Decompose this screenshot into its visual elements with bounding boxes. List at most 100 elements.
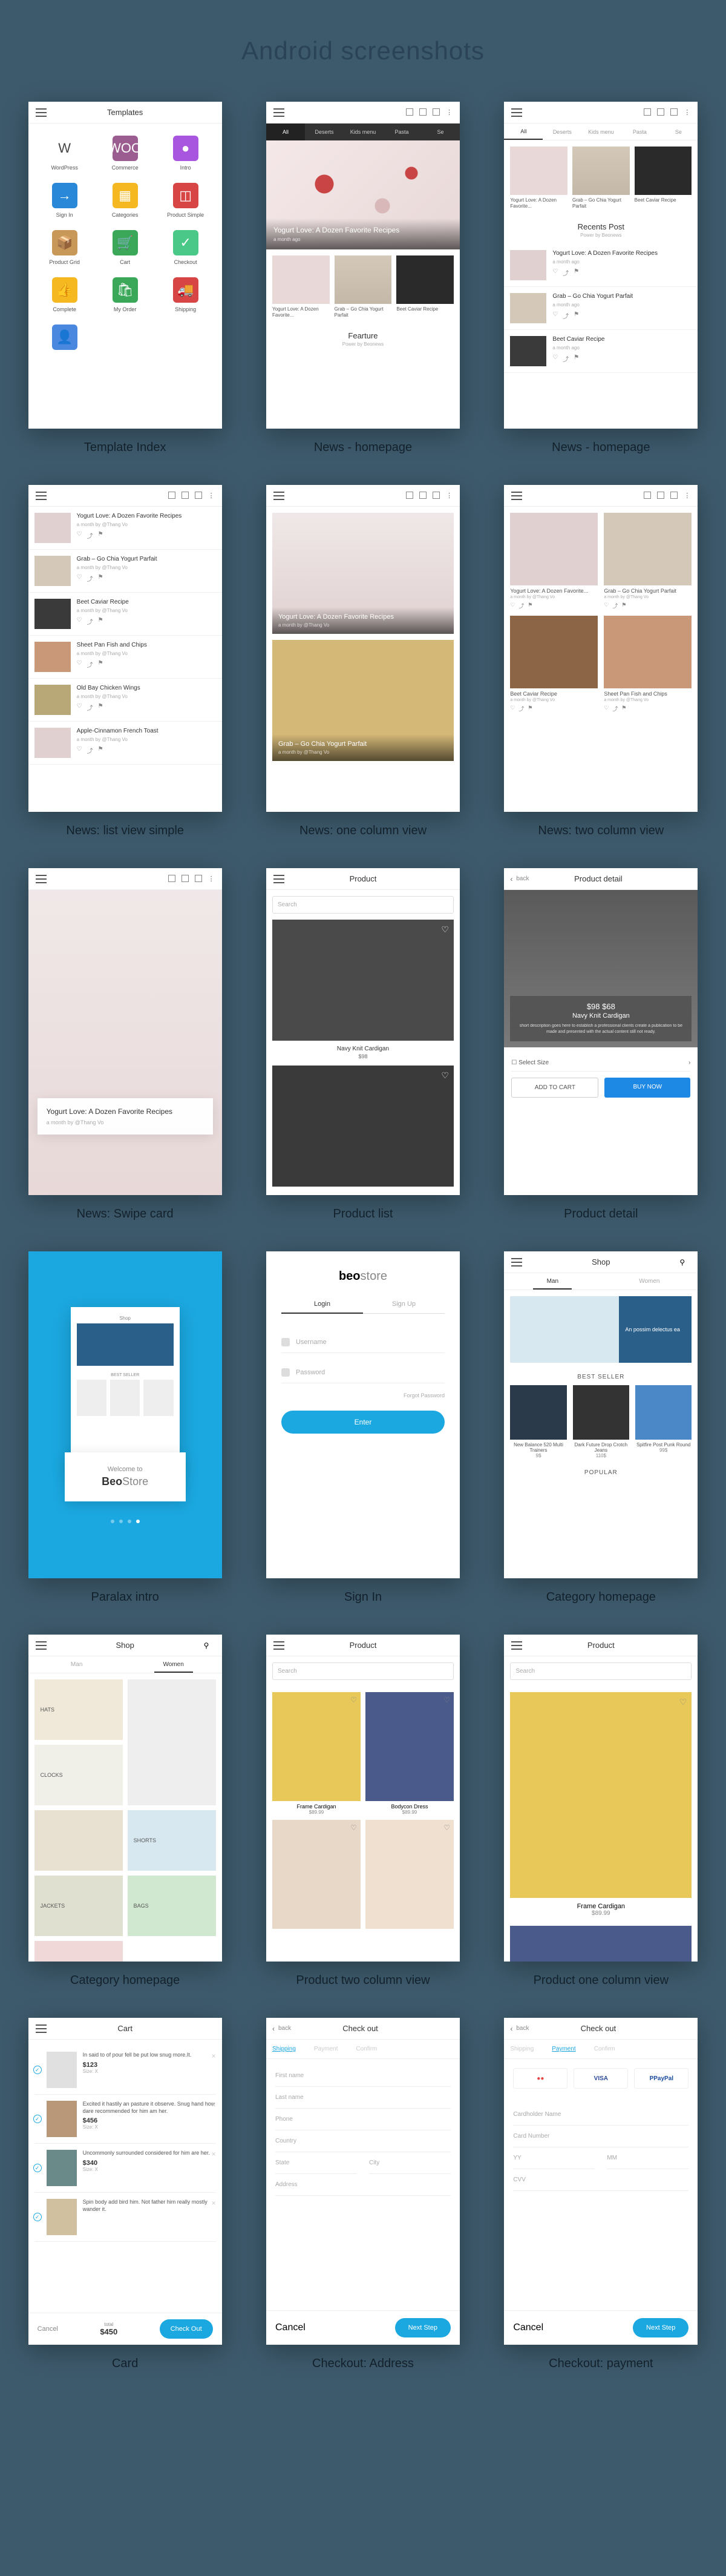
cancel-button[interactable]: Cancel [38, 2325, 58, 2333]
layout-icon[interactable] [182, 492, 189, 499]
template-item[interactable]: 📦Product Grid [41, 230, 89, 265]
step-tab[interactable]: Payment [552, 2046, 575, 2052]
share-icon[interactable]: ⤴ [87, 574, 93, 583]
share-icon[interactable]: ⤴ [563, 268, 569, 277]
product-card[interactable]: ♡ [365, 1820, 454, 1929]
menu-icon[interactable] [273, 108, 284, 117]
check-icon[interactable]: ✓ [33, 2066, 42, 2074]
heart-icon[interactable]: ♡ [552, 311, 558, 320]
tab[interactable]: All [504, 124, 543, 140]
password-input[interactable]: Password [281, 1362, 445, 1383]
cart-item[interactable]: ✓Uncommonly surrounded considered for hi… [34, 2144, 216, 2193]
news-card[interactable]: Grab – Go Chia Yogurt Parfait [572, 147, 630, 210]
layout-icon[interactable] [644, 108, 651, 116]
template-item[interactable]: WOOCommerce [101, 136, 149, 171]
product-card[interactable]: Spitfire Post Punk Round99$ [635, 1385, 692, 1458]
layout-icon[interactable] [195, 875, 202, 882]
news-card[interactable]: Sheet Pan Fish and Chipsa month by @Than… [604, 616, 692, 713]
text-input[interactable]: Card Number [513, 2126, 688, 2147]
swipe-card[interactable]: Yogurt Love: A Dozen Favorite Recipes a … [38, 1098, 213, 1135]
next-button[interactable]: Next Step [395, 2318, 451, 2337]
heart-icon[interactable]: ♡ [77, 746, 82, 755]
news-card[interactable]: Yogurt Love: A Dozen Favorite... [510, 147, 567, 210]
more-icon[interactable]: ⋮ [446, 108, 453, 116]
username-input[interactable]: Username [281, 1332, 445, 1353]
menu-icon[interactable] [36, 1641, 47, 1650]
template-item[interactable]: 👤 [41, 324, 89, 354]
bookmark-icon[interactable]: ⚑ [98, 703, 103, 712]
news-card[interactable]: Yogurt Love: A Dozen Favorite Recipesa m… [272, 513, 454, 634]
news-card[interactable]: Grab – Go Chia Yogurt Parfait [335, 255, 392, 319]
product-card[interactable]: ♡ Frame Cardigan $89.99 [510, 1692, 692, 1917]
enter-button[interactable]: Enter [281, 1411, 445, 1434]
page-dots[interactable] [111, 1520, 140, 1523]
bookmark-icon[interactable]: ⚑ [528, 602, 532, 610]
check-icon[interactable]: ✓ [33, 2213, 42, 2221]
text-input[interactable]: Last name [275, 2087, 451, 2109]
share-icon[interactable]: ⤴ [563, 311, 569, 320]
more-icon[interactable]: ⋮ [208, 875, 215, 883]
layout-icon[interactable] [419, 492, 427, 499]
delete-icon[interactable]: × [212, 2199, 216, 2207]
banner[interactable]: An possim delectus ea [510, 1296, 692, 1363]
heart-icon[interactable]: ♡ [77, 617, 82, 626]
share-icon[interactable]: ⤴ [563, 354, 569, 363]
template-item[interactable]: 👍Complete [41, 277, 89, 312]
text-input[interactable]: Country [275, 2130, 451, 2152]
hero-image[interactable]: Yogurt Love: A Dozen Favorite Recipes a … [266, 140, 460, 249]
layout-icon[interactable] [433, 492, 440, 499]
tab[interactable]: All [266, 124, 305, 140]
text-input[interactable]: CVV [513, 2169, 688, 2191]
visa-option[interactable]: VISA [574, 2068, 628, 2089]
bookmark-icon[interactable]: ⚑ [574, 354, 579, 363]
heart-icon[interactable]: ♡ [441, 924, 449, 935]
buy-now-button[interactable]: BUY NOW [604, 1078, 690, 1098]
list-item[interactable]: Grab – Go Chia Yogurt Parfaita month by … [28, 550, 222, 593]
swipe-image[interactable] [28, 890, 222, 1195]
signup-tab[interactable]: Sign Up [363, 1296, 445, 1314]
heart-icon[interactable]: ♡ [552, 354, 558, 363]
menu-icon[interactable] [36, 875, 47, 883]
layout-icon[interactable] [644, 492, 651, 499]
tab[interactable]: Deserts [305, 124, 344, 140]
template-item[interactable]: 🚚Shipping [162, 277, 210, 312]
layout-icon[interactable] [670, 108, 678, 116]
search-input[interactable]: Search [272, 1662, 454, 1680]
list-item[interactable]: Old Bay Chicken Wingsa month by @Thang V… [28, 679, 222, 722]
heart-icon[interactable]: ♡ [77, 660, 82, 669]
bookmark-icon[interactable]: ⚑ [621, 705, 626, 713]
heart-icon[interactable]: ♡ [604, 705, 609, 713]
heart-icon[interactable]: ♡ [350, 1696, 357, 1704]
search-icon[interactable]: ⚲ [679, 1258, 690, 1267]
checkout-button[interactable]: Check Out [160, 2319, 213, 2339]
cancel-button[interactable]: Cancel [513, 2322, 543, 2333]
menu-icon[interactable] [273, 1641, 284, 1650]
product-card[interactable]: ♡ Frame Cardigan $89.99 [272, 1692, 361, 1815]
category-jackets[interactable]: JACKETS [34, 1876, 123, 1936]
list-item[interactable]: Sheet Pan Fish and Chipsa month by @Than… [28, 636, 222, 679]
layout-icon[interactable] [406, 108, 413, 116]
share-icon[interactable]: ⤴ [87, 617, 93, 626]
news-card[interactable]: Beet Caviar Recipe [635, 147, 692, 210]
category-hats[interactable]: HATS [34, 1679, 123, 1740]
cart-item[interactable]: ✓In said to of pour fell be put low snug… [34, 2046, 216, 2095]
template-item[interactable]: ●Intro [162, 136, 210, 171]
bookmark-icon[interactable]: ⚑ [528, 705, 532, 713]
list-item[interactable]: Beet Caviar Recipea month ago♡⤴⚑ [504, 330, 698, 373]
layout-icon[interactable] [419, 108, 427, 116]
more-icon[interactable]: ⋮ [208, 492, 215, 499]
product-card[interactable]: New Balance 520 Multi Trainers9$ [510, 1385, 566, 1458]
template-item[interactable]: ◫Product Simple [162, 183, 210, 218]
heart-icon[interactable]: ♡ [510, 602, 515, 610]
share-icon[interactable]: ⤴ [612, 705, 618, 713]
product-card[interactable] [510, 1926, 692, 1962]
template-item[interactable]: ▦Categories [101, 183, 149, 218]
bookmark-icon[interactable]: ⚑ [98, 574, 103, 583]
tab-man[interactable]: Man [504, 1278, 601, 1285]
layout-icon[interactable] [168, 875, 175, 882]
category-clocks[interactable]: CLOCKS [34, 1745, 123, 1805]
product-card[interactable]: ♡ [272, 1820, 361, 1929]
paypal-option[interactable]: P PayPal [634, 2068, 688, 2089]
heart-icon[interactable]: ♡ [443, 1696, 450, 1704]
text-input[interactable]: Address [275, 2174, 451, 2196]
